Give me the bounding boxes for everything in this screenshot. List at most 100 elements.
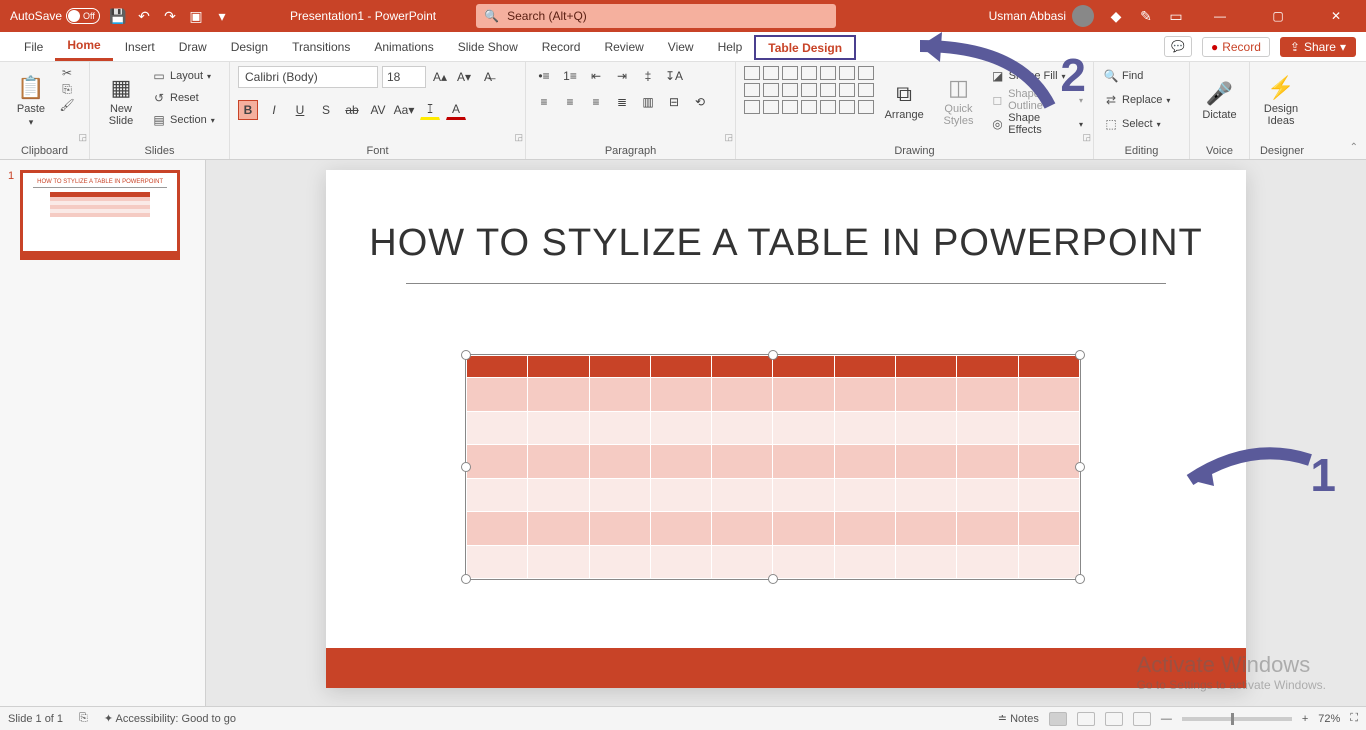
save-icon[interactable]: 💾: [110, 8, 126, 24]
layout-button[interactable]: ▭Layout▾: [150, 66, 217, 86]
text-direction-button[interactable]: ↧A: [664, 66, 684, 86]
tab-design[interactable]: Design: [219, 32, 280, 61]
cut-icon[interactable]: ✂: [60, 66, 74, 80]
minimize-button[interactable]: —: [1198, 0, 1242, 32]
slide-table[interactable]: [466, 355, 1080, 579]
slide[interactable]: HOW TO STYLIZE A TABLE IN POWERPOINT: [326, 170, 1246, 688]
tab-record[interactable]: Record: [530, 32, 593, 61]
tab-animations[interactable]: Animations: [362, 32, 445, 61]
search-box[interactable]: 🔍 Search (Alt+Q): [476, 4, 836, 28]
bullets-button[interactable]: •≡: [534, 66, 554, 86]
tab-transitions[interactable]: Transitions: [280, 32, 362, 61]
tab-insert[interactable]: Insert: [113, 32, 167, 61]
dictate-button[interactable]: 🎤 Dictate: [1198, 66, 1241, 136]
collapse-ribbon-icon[interactable]: ⌃: [1350, 142, 1358, 153]
undo-icon[interactable]: ↶: [136, 8, 152, 24]
zoom-level[interactable]: 72%: [1318, 713, 1340, 725]
reset-button[interactable]: ↺Reset: [150, 88, 217, 108]
resize-handle[interactable]: [461, 350, 471, 360]
highlight-button[interactable]: ꕯ: [420, 100, 440, 120]
record-button[interactable]: ●Record: [1202, 37, 1270, 57]
fit-window-icon[interactable]: ⛶: [1350, 712, 1358, 725]
line-spacing-button[interactable]: ‡: [638, 66, 658, 86]
numbering-button[interactable]: 1≡: [560, 66, 580, 86]
font-name-combo[interactable]: Calibri (Body): [238, 66, 378, 88]
bold-button[interactable]: B: [238, 100, 258, 120]
clipboard-launcher-icon[interactable]: ◲: [78, 132, 87, 143]
align-left-button[interactable]: ≡: [534, 92, 554, 112]
maximize-button[interactable]: ▢: [1256, 0, 1300, 32]
replace-button[interactable]: ⇄Replace▾: [1102, 90, 1172, 110]
justify-button[interactable]: ≣: [612, 92, 632, 112]
slide-canvas-area[interactable]: HOW TO STYLIZE A TABLE IN POWERPOINT: [206, 160, 1366, 706]
qat-more-icon[interactable]: ▾: [214, 8, 230, 24]
indent-dec-button[interactable]: ⇤: [586, 66, 606, 86]
coming-soon-icon[interactable]: ✎: [1138, 8, 1154, 24]
sorter-view-icon[interactable]: [1077, 712, 1095, 726]
find-button[interactable]: 🔍Find: [1102, 66, 1172, 86]
resize-handle[interactable]: [461, 462, 471, 472]
shape-effects-button[interactable]: ◎Shape Effects▾: [989, 114, 1085, 134]
autosave-switch[interactable]: Off: [66, 8, 100, 24]
section-button[interactable]: ▤Section▾: [150, 110, 217, 130]
comments-button[interactable]: 💬: [1164, 36, 1192, 57]
drawing-launcher-icon[interactable]: ◲: [1082, 132, 1091, 143]
spacing-button[interactable]: AV: [368, 100, 388, 120]
resize-handle[interactable]: [768, 350, 778, 360]
zoom-out-button[interactable]: —: [1161, 713, 1172, 725]
shape-outline-button[interactable]: ◻Shape Outline▾: [989, 90, 1085, 110]
slide-thumbnails-pane[interactable]: 1 HOW TO STYLIZE A TABLE IN POWERPOINT: [0, 160, 206, 706]
present-icon[interactable]: ▣: [188, 8, 204, 24]
autosave-toggle[interactable]: AutoSave Off: [10, 8, 100, 24]
underline-button[interactable]: U: [290, 100, 310, 120]
columns-button[interactable]: ▥: [638, 92, 658, 112]
close-button[interactable]: ✕: [1314, 0, 1358, 32]
align-center-button[interactable]: ≡: [560, 92, 580, 112]
resize-handle[interactable]: [1075, 350, 1085, 360]
smartart-button[interactable]: ⟲: [690, 92, 710, 112]
slide-title[interactable]: HOW TO STYLIZE A TABLE IN POWERPOINT: [326, 222, 1246, 265]
normal-view-icon[interactable]: [1049, 712, 1067, 726]
selected-table[interactable]: [465, 354, 1081, 580]
decrease-font-icon[interactable]: A▾: [454, 67, 474, 87]
align-text-button[interactable]: ⊟: [664, 92, 684, 112]
diamond-icon[interactable]: ◆: [1108, 8, 1124, 24]
strike-button[interactable]: ab: [342, 100, 362, 120]
select-button[interactable]: ⬚Select▾: [1102, 114, 1172, 134]
clear-format-icon[interactable]: A̶: [478, 67, 498, 87]
case-button[interactable]: Aa▾: [394, 100, 414, 120]
tab-review[interactable]: Review: [592, 32, 655, 61]
increase-font-icon[interactable]: A▴: [430, 67, 450, 87]
quick-styles-button[interactable]: ◫ Quick Styles: [934, 66, 982, 136]
tab-home[interactable]: Home: [55, 32, 112, 61]
zoom-slider[interactable]: [1182, 717, 1292, 721]
user-account[interactable]: Usman Abbasi: [989, 5, 1094, 27]
resize-handle[interactable]: [768, 574, 778, 584]
slide-counter[interactable]: Slide 1 of 1: [8, 713, 63, 725]
italic-button[interactable]: I: [264, 100, 284, 120]
font-size-combo[interactable]: 18: [382, 66, 426, 88]
tab-help[interactable]: Help: [706, 32, 755, 61]
tab-table-design[interactable]: Table Design: [754, 35, 856, 60]
arrange-button[interactable]: ⧉ Arrange: [880, 66, 928, 136]
format-painter-icon[interactable]: 🖌: [60, 98, 74, 112]
shadow-button[interactable]: S: [316, 100, 336, 120]
resize-handle[interactable]: [1075, 574, 1085, 584]
font-launcher-icon[interactable]: ◲: [514, 132, 523, 143]
tab-file[interactable]: File: [12, 32, 55, 61]
ribbon-mode-icon[interactable]: ▭: [1168, 8, 1184, 24]
reading-view-icon[interactable]: [1105, 712, 1123, 726]
design-ideas-button[interactable]: ⚡ Design Ideas: [1258, 66, 1304, 136]
tab-draw[interactable]: Draw: [167, 32, 219, 61]
align-right-button[interactable]: ≡: [586, 92, 606, 112]
resize-handle[interactable]: [461, 574, 471, 584]
resize-handle[interactable]: [1075, 462, 1085, 472]
share-button[interactable]: ⇪Share▾: [1280, 37, 1356, 57]
copy-icon[interactable]: ⎘: [60, 82, 74, 96]
slideshow-view-icon[interactable]: [1133, 712, 1151, 726]
accessibility-status[interactable]: ✦ Accessibility: Good to go: [104, 712, 236, 725]
shapes-gallery[interactable]: [744, 66, 874, 114]
tab-view[interactable]: View: [656, 32, 706, 61]
tab-slideshow[interactable]: Slide Show: [446, 32, 530, 61]
paragraph-launcher-icon[interactable]: ◲: [724, 132, 733, 143]
